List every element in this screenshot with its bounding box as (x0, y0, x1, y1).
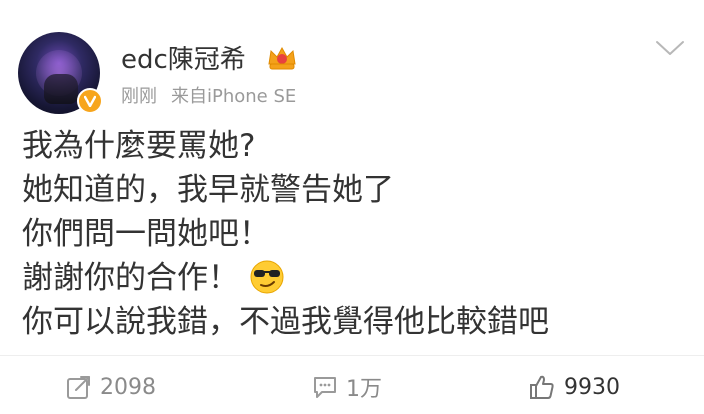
post-source[interactable]: 来自iPhone SE (171, 86, 296, 107)
repost-icon (67, 376, 90, 399)
avatar-figure (44, 74, 78, 104)
repost-count: 2098 (100, 374, 156, 400)
post-time: 刚刚 (121, 86, 157, 107)
sunglasses-smirk-emoji (250, 260, 284, 294)
comment-icon (314, 377, 336, 398)
post-line-4-text: 謝謝你的合作！ (22, 260, 239, 296)
username[interactable]: edc陳冠希 (121, 45, 246, 75)
repost-button[interactable]: 2098 (66, 370, 156, 404)
verified-badge-icon (77, 88, 103, 114)
chevron-down-icon[interactable] (654, 38, 686, 58)
post-line-3: 你們問一問她吧！ (22, 216, 270, 252)
comment-count: 1万 (346, 377, 382, 402)
weibo-post: edc陳冠希 刚刚 来自iPhone SE 我為什麼要罵她? 她知道的，我早就警告… (0, 0, 704, 414)
post-content: 我為什麼要罵她? 她知道的，我早就警告她了 你們問一問她吧！ 謝謝你的合作！ 你… (22, 124, 682, 344)
crown-badge-icon[interactable] (266, 44, 298, 72)
like-button[interactable]: 9930 (528, 370, 620, 404)
post-line-5: 你可以說我錯，不過我覺得他比較錯吧 (22, 304, 549, 340)
post-line-4: 謝謝你的合作！ (22, 256, 682, 300)
comment-button[interactable]: 1万 (312, 370, 382, 404)
thumbs-up-icon (530, 375, 554, 399)
divider (0, 355, 704, 356)
post-meta: 刚刚 来自iPhone SE (121, 82, 296, 108)
like-count: 9930 (564, 374, 620, 400)
post-line-2: 她知道的，我早就警告她了 (22, 172, 394, 208)
post-line-1: 我為什麼要罵她? (22, 128, 256, 164)
